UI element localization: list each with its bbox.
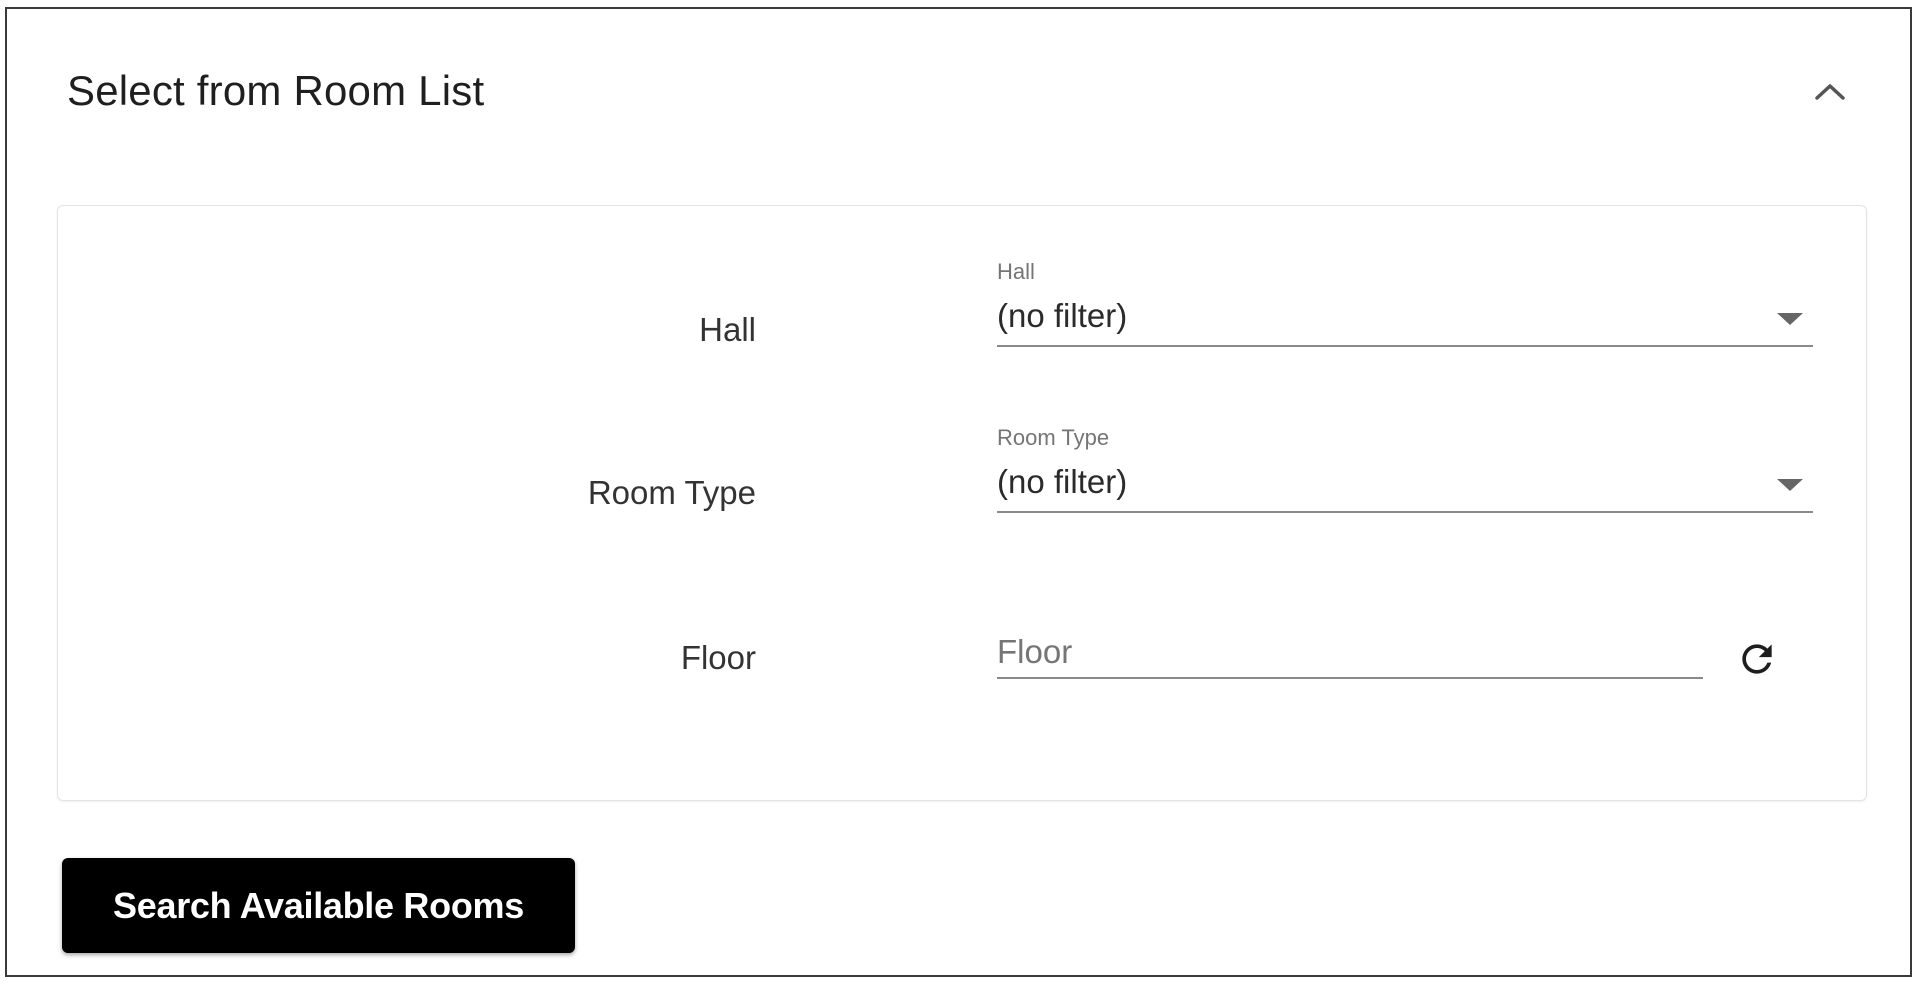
refresh-icon <box>1742 644 1772 674</box>
chevron-up-icon <box>1815 84 1845 100</box>
room-list-panel: Select from Room List Hall Hall (no filt… <box>5 7 1912 977</box>
floor-input[interactable] <box>997 627 1703 679</box>
hall-select[interactable]: (no filter) <box>997 297 1813 347</box>
reset-floor-button[interactable] <box>1731 633 1783 685</box>
panel-title: Select from Room List <box>67 67 485 114</box>
collapse-button[interactable] <box>1808 69 1852 113</box>
dropdown-arrow-icon <box>1777 313 1803 325</box>
room-type-row-label: Room Type <box>587 474 756 511</box>
dropdown-arrow-icon <box>1777 479 1803 491</box>
hall-row-label: Hall <box>699 311 756 348</box>
floor-row-label: Floor <box>680 639 756 676</box>
room-type-select[interactable]: (no filter) <box>997 463 1813 513</box>
room-type-float-label: Room Type <box>997 425 1110 450</box>
hall-select-value: (no filter) <box>997 297 1128 334</box>
search-available-rooms-button[interactable]: Search Available Rooms <box>62 858 575 953</box>
hall-float-label: Hall <box>997 259 1035 284</box>
room-type-select-value: (no filter) <box>997 463 1128 500</box>
